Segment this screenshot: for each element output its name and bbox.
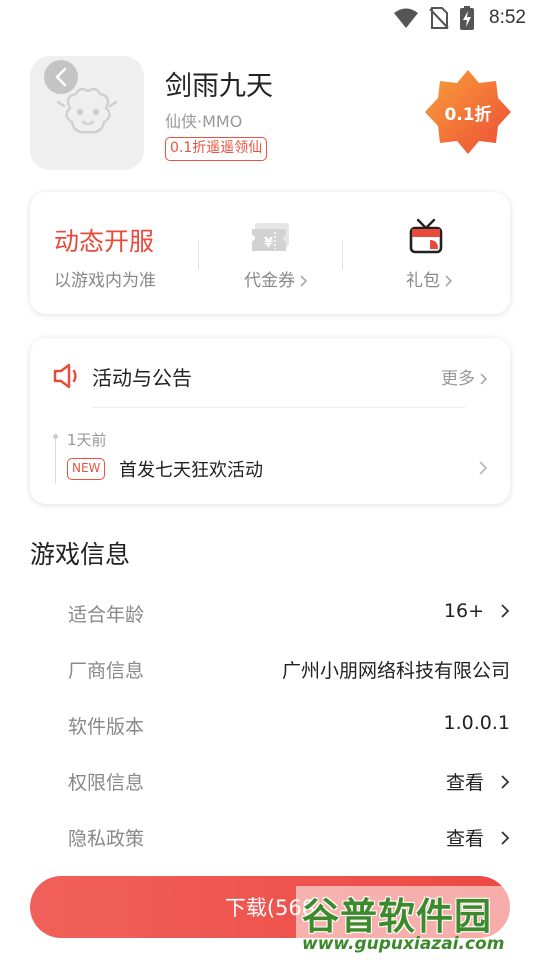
feature-divider [342,240,343,270]
voucher-button[interactable]: 代金券 [244,266,308,291]
back-arrow-icon [55,67,67,87]
chevron-right-icon [445,275,453,287]
info-row-vendor: 厂商信息 广州小朋网络科技有限公司 [68,648,510,688]
placeholder-sheep-icon [56,87,118,134]
status-bar: 8:52 [0,0,540,36]
info-label: 权限信息 [68,772,145,794]
timeline-dot [53,434,58,439]
wifi-icon [394,8,419,28]
more-label: 更多 [441,369,475,389]
chevron-right-icon [501,830,510,845]
activity-card: 活动与公告 更多 1天前 NEW 首发七天狂欢活动 [30,338,510,504]
info-label: 软件版本 [68,716,145,738]
info-value: 广州小朋网络科技有限公司 [281,660,510,682]
app-genre: 仙侠·MMO [165,112,243,131]
watermark: 谷普软件园 www.gupuxiazai.com [296,886,540,960]
info-value: 查看 [446,768,510,795]
info-label: 隐私政策 [68,828,145,850]
info-value: 1.0.0.1 [443,712,510,734]
discount-text: 0.1折 [444,104,492,125]
features-card: 动态开服 以游戏内为准 ¥ 代金券 礼包 [30,192,510,314]
speaker-icon [53,363,77,389]
chevron-right-icon [300,275,308,287]
battery-charging-icon [460,6,475,30]
info-label: 适合年龄 [68,604,145,626]
no-sim-icon [429,7,449,29]
status-time: 8:52 [489,7,526,28]
info-row-version: 软件版本 1.0.0.1 [68,704,510,744]
app-name: 剑雨九天 [165,71,273,102]
gift-label: 礼包 [406,271,440,291]
info-row-age[interactable]: 适合年龄 16+ [68,592,510,632]
info-row-privacy[interactable]: 隐私政策 查看 [68,816,510,856]
activity-more-button[interactable]: 更多 [441,364,488,389]
new-badge: NEW [67,458,106,480]
discount-badge: 0.1折 [424,68,512,156]
gift-button[interactable]: 礼包 [406,266,453,291]
chevron-right-icon[interactable] [478,460,488,476]
game-info-title: 游戏信息 [30,540,131,569]
watermark-url: www.gupuxiazai.com [302,934,505,954]
feature-divider [198,240,199,270]
chevron-right-icon [480,373,488,385]
activity-title: 活动与公告 [92,366,192,390]
voucher-label: 代金券 [244,271,295,291]
back-button[interactable] [44,60,78,94]
divider [92,407,466,408]
activity-time: 1天前 [67,431,107,449]
watermark-brand: 谷普软件园 [302,895,492,938]
svg-text:¥: ¥ [264,236,273,251]
chevron-right-icon [501,604,510,618]
voucher-icon[interactable]: ¥ [250,222,292,256]
info-value: 16+ [444,600,510,622]
info-label: 厂商信息 [68,660,145,682]
chevron-right-icon [501,774,510,789]
info-value: 查看 [446,824,510,851]
open-server-title[interactable]: 动态开服 [54,222,154,258]
timeline-line [55,436,56,484]
info-row-permissions[interactable]: 权限信息 查看 [68,760,510,800]
activity-item-title[interactable]: 首发七天狂欢活动 [119,456,263,482]
promo-tag: 0.1折遥遥领仙 [165,137,268,161]
open-server-subtitle: 以游戏内为准 [54,271,156,291]
gift-icon[interactable] [408,218,444,256]
